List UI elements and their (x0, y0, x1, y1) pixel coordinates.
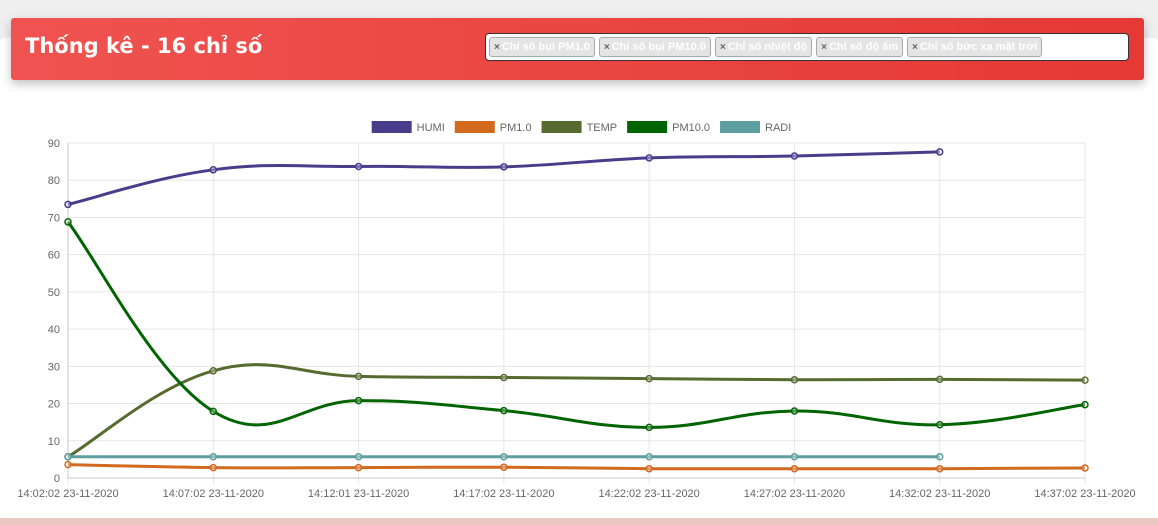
data-point (209, 407, 218, 416)
selected-tag[interactable]: × Chỉ số bụi PM1.0 (489, 37, 595, 57)
data-point (645, 374, 653, 383)
y-tick-label: 20 (48, 399, 60, 411)
y-tick-label: 70 (48, 212, 60, 224)
remove-tag-icon[interactable]: × (604, 42, 610, 53)
y-tick-label: 60 (48, 250, 60, 262)
tag-label: Chỉ số bụi PM1.0 (501, 41, 590, 53)
indicator-multiselect[interactable]: × Chỉ số bụi PM1.0 × Chỉ số bụi PM10.0 × Chỉ … (485, 33, 1129, 61)
data-point (64, 218, 72, 226)
y-tick-label: 50 (48, 287, 60, 299)
legend-item[interactable]: PM1.0 (454, 121, 532, 134)
data-point (935, 453, 944, 461)
data-point (935, 375, 944, 384)
legend-swatch (541, 121, 582, 133)
legend-swatch (627, 121, 668, 133)
legend-label: RADI (765, 122, 791, 134)
data-point (790, 464, 799, 473)
data-point (790, 375, 799, 384)
series-line (66, 220, 1086, 429)
legend-item[interactable]: TEMP (541, 121, 618, 134)
legend-item[interactable]: PM10.0 (627, 121, 710, 134)
data-point (354, 463, 363, 472)
data-point (209, 453, 218, 461)
data-point (645, 154, 653, 162)
tag-label: Chỉ số bụi PM10.0 (611, 41, 706, 53)
tag-label: Chỉ số bức xạ mặt trời (919, 41, 1038, 53)
data-point (64, 453, 72, 461)
legend-swatch (720, 121, 761, 133)
y-tick-label: 80 (48, 175, 60, 187)
y-tick-label: 10 (48, 436, 60, 448)
selected-tag[interactable]: × Chỉ số độ ẩm (816, 37, 904, 57)
data-point (64, 460, 72, 469)
data-point (935, 464, 944, 473)
legend: HUMI PM1.0 TEMP PM10.0 RADI (371, 121, 791, 134)
legend-item[interactable]: RADI (720, 121, 791, 134)
data-point (645, 464, 653, 473)
bottom-strip (0, 518, 1158, 525)
series-temp (64, 363, 1089, 461)
page-header: Thống kê - 16 chỉ số × Chỉ số bụi PM1.0 × C… (11, 18, 1144, 80)
data-point (64, 200, 72, 209)
data-point (935, 421, 944, 429)
data-point (1081, 400, 1089, 409)
x-tick-label: 14:32:02 23-11-2020 (889, 488, 990, 500)
series-line (67, 363, 1086, 459)
data-point (354, 396, 363, 405)
data-point (1081, 464, 1089, 472)
selected-tag[interactable]: × Chỉ số bụi PM10.0 (598, 37, 711, 57)
data-point (790, 152, 799, 160)
selected-tag[interactable]: × Chỉ số nhiệt độ (714, 37, 813, 57)
data-point (500, 163, 508, 171)
series-pm10-0 (64, 218, 1089, 432)
x-tick-label: 14:07:02 23-11-2020 (163, 488, 264, 500)
y-tick-label: 90 (48, 138, 60, 150)
legend-label: PM10.0 (672, 122, 710, 134)
x-tick-label: 14:02:02 23-11-2020 (17, 488, 118, 500)
remove-tag-icon[interactable]: × (720, 42, 726, 53)
data-point (935, 148, 944, 156)
remove-tag-icon[interactable]: × (912, 42, 918, 53)
y-tick-label: 30 (48, 361, 60, 373)
remove-tag-icon[interactable]: × (494, 42, 500, 53)
data-point (790, 407, 799, 415)
legend-label: HUMI (417, 122, 445, 134)
x-tick-label: 14:12:01 23-11-2020 (308, 488, 409, 500)
y-tick-label: 0 (54, 473, 60, 485)
gridlines (67, 142, 1086, 484)
series-pm1-0 (64, 460, 1089, 473)
data-point (209, 367, 218, 375)
legend-item[interactable]: HUMI (371, 121, 445, 134)
legend-swatch (371, 121, 412, 133)
data-point (500, 373, 508, 382)
legend-label: PM1.0 (500, 122, 532, 134)
selected-tag[interactable]: × Chỉ số bức xạ mặt trời (907, 37, 1043, 57)
data-point (790, 453, 799, 461)
series-line (67, 463, 1086, 471)
data-point (645, 423, 653, 432)
data-point (500, 406, 508, 415)
tag-label: Chỉ số độ ẩm (828, 41, 899, 53)
page-title: Thống kê - 16 chỉ số (25, 34, 263, 58)
data-point (1081, 376, 1089, 384)
data-point (209, 166, 218, 174)
data-point (354, 162, 363, 171)
data-point (354, 453, 363, 461)
y-tick-label: 40 (48, 324, 60, 336)
x-tick-label: 14:22:02 23-11-2020 (598, 488, 699, 500)
series-radi (64, 453, 944, 461)
x-tick-label: 14:37:02 23-11-2020 (1034, 488, 1135, 500)
remove-tag-icon[interactable]: × (821, 42, 827, 53)
x-tick-label: 14:17:02 23-11-2020 (453, 488, 554, 500)
data-point (645, 453, 653, 461)
legend-label: TEMP (587, 122, 618, 134)
x-tick-label: 14:27:02 23-11-2020 (744, 488, 845, 500)
data-point (500, 463, 508, 471)
legend-swatch (454, 121, 495, 133)
data-point (209, 463, 218, 472)
data-point (354, 372, 363, 381)
tag-label: Chỉ số nhiệt độ (727, 41, 808, 53)
data-point (500, 453, 508, 461)
